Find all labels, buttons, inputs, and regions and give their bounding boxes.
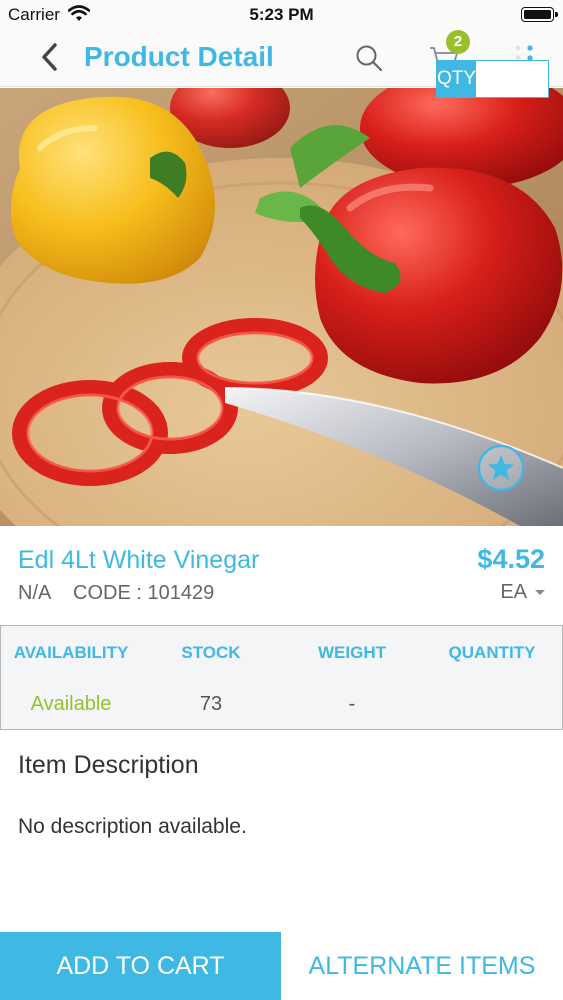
back-chevron-icon[interactable] [36, 42, 66, 72]
unit-value: EA [500, 581, 527, 603]
search-icon[interactable] [354, 43, 384, 73]
unit-select[interactable]: EA [500, 581, 545, 604]
page-title: Product Detail [84, 41, 274, 72]
product-brand: N/A [18, 582, 52, 604]
clock: 5:23 PM [249, 5, 314, 24]
stock-table: AVAILABILITY STOCK WEIGHT QUANTITY Avail… [0, 625, 563, 730]
stock-value: 73 [199, 693, 223, 715]
quantity-stepper: QTY [436, 60, 563, 98]
status-bar: Carrier 5:23 PM [0, 0, 563, 30]
add-to-cart-button[interactable]: ADD TO CART [0, 932, 281, 1000]
cart-count-badge: 2 [446, 30, 470, 54]
description-text: No description available. [18, 815, 247, 838]
alternate-items-button[interactable]: ALTERNATE ITEMS [281, 932, 563, 1000]
favorite-star-icon[interactable] [477, 444, 525, 492]
quantity-input[interactable] [476, 61, 563, 97]
quantity-header: QUANTITY [448, 643, 536, 662]
chevron-down-icon [535, 590, 545, 595]
availability-header: AVAILABILITY [13, 643, 129, 662]
battery-icon [521, 7, 558, 22]
qty-label: QTY [437, 61, 477, 97]
weight-header: WEIGHT [318, 643, 386, 662]
availability-value: Available [30, 693, 112, 715]
description-title: Item Description [18, 751, 199, 779]
product-name: Edl 4Lt White Vinegar [18, 546, 260, 574]
product-code: CODE : 101429 [73, 582, 215, 604]
weight-value: - [348, 693, 356, 715]
product-price: $4.52 [477, 544, 545, 574]
stock-header: STOCK [181, 643, 241, 662]
